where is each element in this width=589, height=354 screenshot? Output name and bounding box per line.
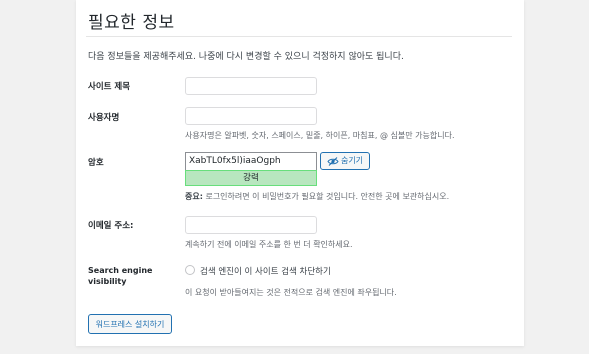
site-title-label: 사이트 제목 xyxy=(88,82,131,92)
search-visibility-description: 이 요청이 받아들여지는 것은 전적으로 검색 엔진에 좌우됩니다. xyxy=(185,288,397,297)
title-divider xyxy=(86,36,512,37)
password-note-bold: 중요: xyxy=(185,192,203,201)
search-visibility-label: Search engine visibility xyxy=(88,266,153,286)
install-wordpress-button[interactable]: 워드프레스 설치하기 xyxy=(88,314,172,334)
password-note-text: 로그인하려면 이 비밀번호가 필요할 것입니다. 안전한 곳에 보관하십시오. xyxy=(202,192,450,201)
username-label: 사용자명 xyxy=(88,113,120,123)
hide-password-button[interactable]: 숨기기 xyxy=(320,152,370,170)
site-title-input[interactable] xyxy=(185,77,317,95)
password-strength-meter: 강력 xyxy=(185,170,317,186)
email-input[interactable] xyxy=(185,216,317,234)
password-note: 중요: 로그인하려면 이 비밀번호가 필요할 것입니다. 안전한 곳에 보관하십… xyxy=(185,191,449,202)
password-label: 암호 xyxy=(88,158,104,168)
username-input[interactable] xyxy=(185,107,317,125)
page-title: 필요한 정보 xyxy=(88,13,175,33)
search-visibility-checkbox-label[interactable]: 검색 엔진이 이 사이트 검색 차단하기 xyxy=(200,265,331,277)
install-form-card: 필요한 정보 다음 정보들을 제공해주세요. 나중에 다시 변경할 수 있으니 … xyxy=(76,0,524,346)
username-description: 사용자명은 알파벳, 숫자, 스페이스, 밑줄, 하이픈, 마침표, @ 심볼만… xyxy=(185,131,455,140)
email-label: 이메일 주소: xyxy=(88,221,134,231)
eye-slash-icon xyxy=(327,156,339,166)
password-input[interactable]: XabTL0fx5l)iaaOgph xyxy=(185,152,317,170)
search-visibility-checkbox[interactable] xyxy=(185,265,195,275)
intro-text: 다음 정보들을 제공해주세요. 나중에 다시 변경할 수 있으니 걱정하지 않아… xyxy=(88,52,404,62)
email-description: 계속하기 전에 이메일 주소를 한 번 더 확인하세요. xyxy=(185,240,353,249)
hide-password-label: 숨기기 xyxy=(340,156,364,165)
